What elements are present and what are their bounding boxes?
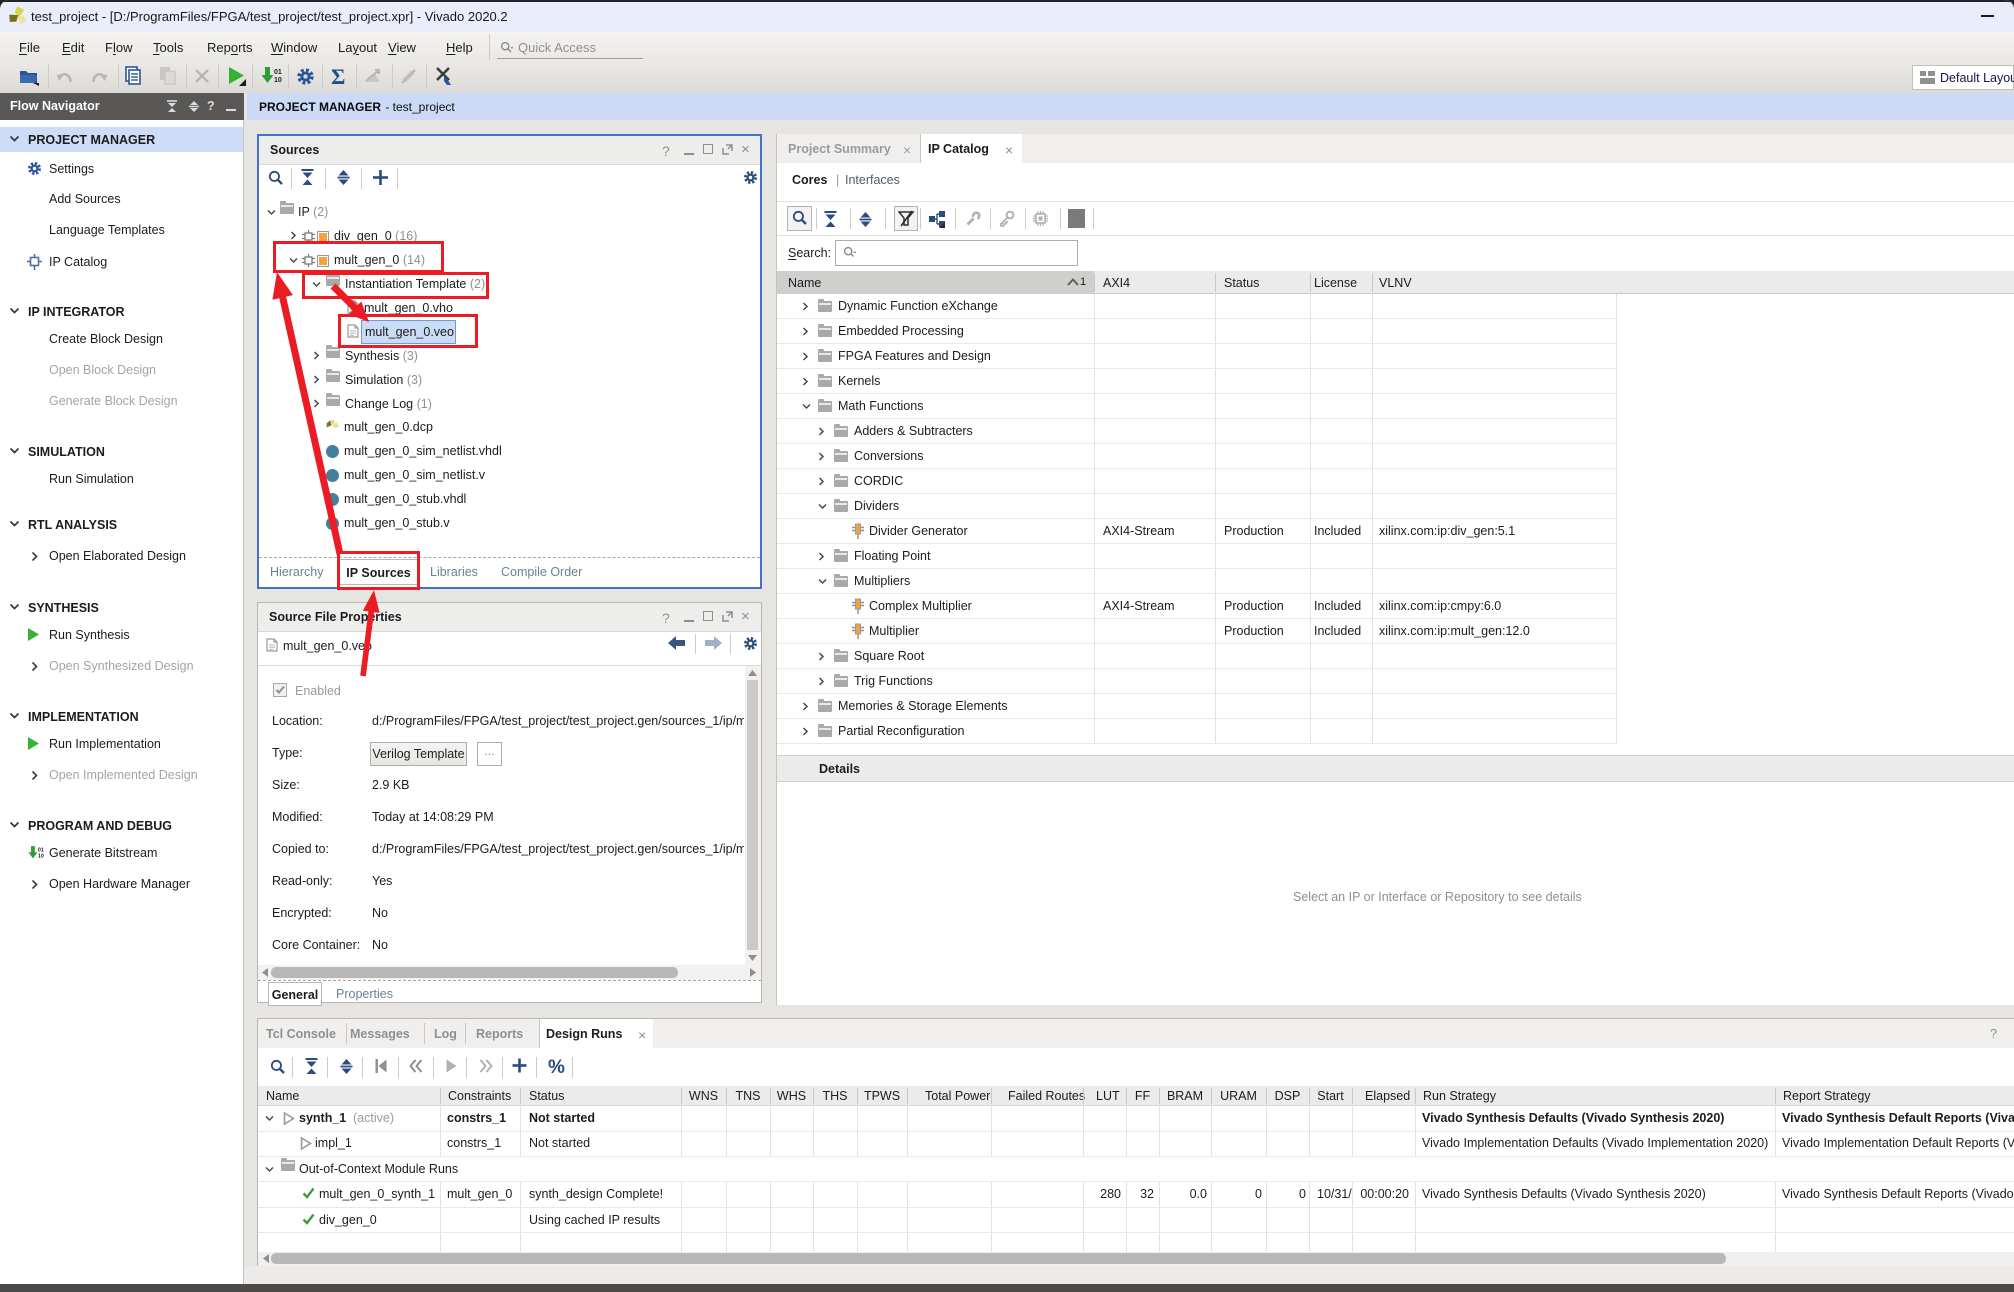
svg-text:01: 01	[38, 847, 44, 853]
svg-text:10: 10	[274, 77, 282, 84]
svg-text:01: 01	[274, 69, 282, 76]
svg-text:10: 10	[38, 854, 44, 860]
